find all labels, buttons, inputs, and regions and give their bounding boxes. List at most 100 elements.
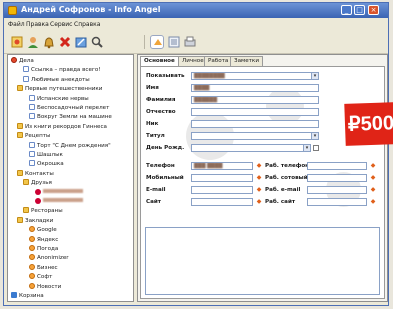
tree-item[interactable]: Корзина	[11, 292, 44, 300]
tree-item[interactable]: Софт	[29, 273, 52, 281]
tree-item[interactable]: Испанские нервы	[29, 94, 89, 103]
contact-icon[interactable]	[26, 35, 40, 49]
tree-item[interactable]: Торт "С Днем рождения"	[29, 141, 111, 150]
tree-item-label: Ссылка – правда всего!	[31, 67, 101, 74]
print-icon[interactable]	[183, 35, 197, 49]
tree-item[interactable]: Погода	[29, 245, 58, 253]
notes-textarea[interactable]	[145, 227, 380, 295]
tree-item-label: Беспосадочный перелет	[37, 105, 110, 111]
note-icon	[29, 104, 35, 110]
tree-item[interactable]: Яндекс	[29, 235, 59, 244]
tree-item-label: Софт	[37, 274, 53, 281]
globe-icon	[29, 226, 35, 233]
view-icon[interactable]	[150, 35, 164, 49]
note-icon	[29, 160, 35, 167]
chevron-down-icon[interactable]: ▾	[311, 133, 318, 139]
person-icon	[35, 198, 41, 204]
menu-help[interactable]: Справка	[74, 21, 100, 28]
phone-field[interactable]: ███ ████	[191, 162, 253, 170]
tree-item[interactable]: Любимые анекдоты	[23, 75, 90, 84]
chevron-down-icon[interactable]: ▾	[303, 145, 310, 151]
globe-icon	[29, 282, 35, 289]
email-field[interactable]	[191, 186, 253, 194]
call-arrow-icon[interactable]: ◆	[256, 175, 262, 181]
tree-item[interactable]: Закладки	[17, 216, 53, 225]
search-icon[interactable]	[90, 35, 104, 49]
new-icon[interactable]	[10, 35, 24, 49]
tree-item[interactable]: Рестораны	[23, 207, 63, 215]
patronymic-field[interactable]	[191, 108, 319, 116]
name-field[interactable]: ████	[191, 84, 319, 92]
tree-item-label: Окрошка	[37, 161, 64, 168]
bell-icon[interactable]	[42, 35, 56, 49]
tab-content: Показывать ████████ ▾ Имя ████ Фамилия ██…	[140, 66, 385, 299]
tree-item[interactable]: Google	[29, 226, 57, 234]
work-phone-label: Раб. телефон	[265, 163, 310, 169]
folder-icon	[17, 85, 23, 92]
folder-icon	[23, 207, 29, 214]
tree-item[interactable]: Контакты	[17, 169, 54, 178]
title-bar[interactable]: Андрей Софронов - Info Angel _ □ ×	[4, 3, 388, 18]
tree-item[interactable]: Дела	[11, 57, 34, 65]
redacted-text	[43, 198, 83, 202]
show-select-value: ████████	[194, 73, 225, 79]
globe-icon	[29, 254, 35, 261]
tree-item[interactable]: Бизнес	[29, 263, 58, 272]
tab-work[interactable]: Работа	[204, 56, 233, 66]
call-arrow-icon[interactable]: ◆	[256, 163, 262, 169]
edit-icon[interactable]	[74, 35, 88, 49]
menu-service[interactable]: Сервис	[50, 21, 72, 28]
tree-item-label: Яндекс	[37, 236, 59, 243]
tree-item[interactable]: Ссылка – правда всего!	[23, 66, 101, 74]
tree-item[interactable]: Шашлык	[29, 151, 63, 159]
tree-item-label: Бизнес	[37, 264, 58, 271]
tree-item[interactable]: Окрошка	[29, 160, 64, 168]
minimize-button[interactable]: _	[341, 5, 352, 15]
tree-item[interactable]: Вокруг Земли на машине	[29, 113, 112, 121]
maximize-button[interactable]: □	[354, 5, 365, 15]
show-label: Показывать	[146, 73, 185, 79]
tree-item-label: Новости	[37, 283, 62, 290]
folder-icon	[17, 122, 23, 129]
tree-item[interactable]: Первые путешественники	[17, 85, 102, 93]
tree-item[interactable]	[35, 198, 83, 206]
birthday-field[interactable]: ▾	[191, 144, 311, 152]
menu-file[interactable]: Файл	[8, 21, 25, 28]
note-icon	[23, 75, 29, 82]
call-arrow-icon[interactable]: ◆	[370, 163, 376, 169]
open-arrow-icon[interactable]: ◆	[256, 199, 262, 205]
list-icon[interactable]	[167, 35, 181, 49]
close-button[interactable]: ×	[368, 5, 379, 15]
tree-item[interactable]: Рецепты	[17, 132, 50, 140]
open-arrow-icon[interactable]: ◆	[370, 199, 376, 205]
mobile-field[interactable]	[191, 174, 253, 182]
chevron-down-icon[interactable]: ▾	[311, 73, 318, 79]
tree-item[interactable]: Из книги рекордов Гиннеса	[17, 122, 107, 131]
tree-item[interactable]: Новости	[29, 282, 62, 291]
toolbar	[4, 31, 388, 54]
work-email-field[interactable]	[307, 186, 367, 194]
tree-item[interactable]: Друзья	[23, 179, 52, 187]
email-label: E-mail	[146, 187, 166, 193]
show-select[interactable]: ████████ ▾	[191, 72, 319, 80]
app-window: Андрей Софронов - Info Angel _ □ × Файл …	[3, 2, 389, 306]
work-mobile-field[interactable]	[307, 174, 367, 182]
notes-tree[interactable]: Дела Ссылка – правда всего! Любимые анекдо…	[7, 54, 134, 302]
site-field[interactable]	[191, 198, 253, 206]
delete-icon[interactable]	[58, 35, 72, 49]
tree-item[interactable]	[35, 188, 83, 197]
tree-item[interactable]: Anonimizer	[29, 254, 69, 262]
surname-field[interactable]: ██████	[191, 96, 319, 104]
mail-arrow-icon[interactable]: ◆	[370, 187, 376, 193]
birthday-checkbox[interactable]	[313, 145, 319, 151]
call-arrow-icon[interactable]: ◆	[370, 175, 376, 181]
work-site-field[interactable]	[307, 198, 367, 206]
menu-edit[interactable]: Правка	[26, 21, 49, 28]
title-select[interactable]: ▾	[191, 132, 319, 140]
tree-item[interactable]: Беспосадочный перелет	[29, 104, 109, 112]
tab-notes[interactable]: Заметки	[230, 56, 263, 66]
mail-arrow-icon[interactable]: ◆	[256, 187, 262, 193]
tree-item-label: Контакты	[25, 170, 54, 177]
nick-field[interactable]	[191, 120, 319, 128]
work-phone-field[interactable]	[307, 162, 367, 170]
